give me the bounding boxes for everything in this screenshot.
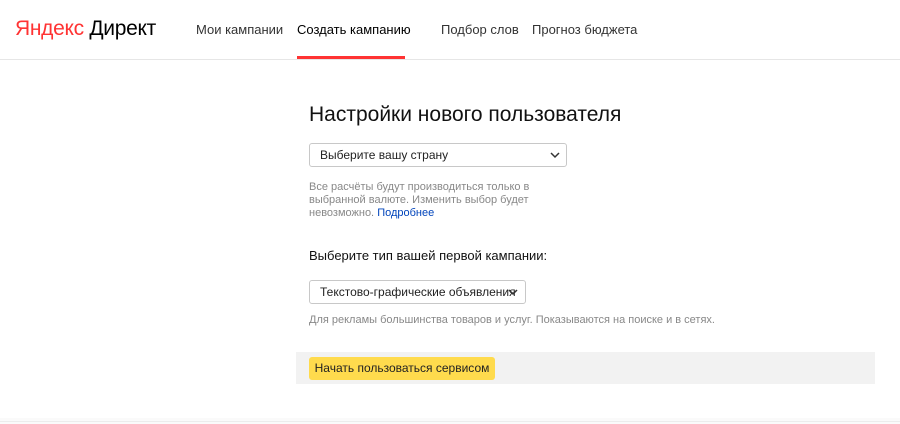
currency-hint-text: невозможно. [309, 207, 375, 219]
tab-budget-forecast[interactable]: Прогноз бюджета [532, 22, 637, 38]
tab-my-campaigns[interactable]: Мои кампании [196, 22, 283, 38]
logo-product: Директ [89, 17, 156, 40]
campaign-type-select-value: Текстово-графические объявления [320, 285, 516, 299]
header: Яндекс Директ Мои кампании Создать кампа… [0, 0, 900, 60]
currency-hint-line: Все расчёты будут производиться только в [309, 181, 530, 193]
campaign-type-hint: Для рекламы большинства товаров и услуг.… [309, 314, 715, 326]
logo[interactable]: Яндекс Директ [15, 16, 156, 42]
currency-hint-line: выбранной валюте. Изменить выбор будет [309, 194, 529, 206]
country-select-value: Выберите вашу страну [320, 148, 449, 162]
chevron-down-icon [508, 289, 518, 296]
campaign-type-select[interactable]: Текстово-графические объявления [309, 280, 526, 304]
currency-hint-line: невозможно. Подробнее [309, 207, 569, 220]
tab-keyword-selection[interactable]: Подбор слов [441, 22, 519, 38]
tab-create-campaign[interactable]: Создать кампанию [297, 22, 411, 38]
currency-hint: Все расчёты будут производиться только в… [309, 181, 569, 220]
learn-more-link[interactable]: Подробнее [377, 207, 434, 219]
start-service-button[interactable]: Начать пользоваться сервисом [309, 357, 495, 380]
bottom-divider [0, 421, 900, 422]
logo-yandex: Яндекс [15, 17, 84, 40]
chevron-down-icon [550, 152, 560, 159]
campaign-type-label: Выберите тип вашей первой кампании: [309, 248, 548, 263]
page-title: Настройки нового пользователя [309, 103, 622, 126]
country-select[interactable]: Выберите вашу страну [309, 143, 567, 167]
